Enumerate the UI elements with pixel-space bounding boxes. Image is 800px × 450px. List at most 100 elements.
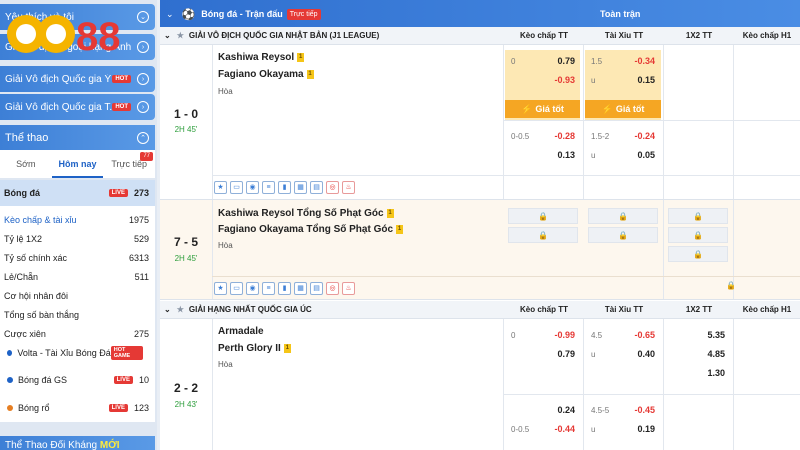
odds-cell[interactable]: 0 -0.99 (507, 327, 579, 343)
handicap-line: 0-0.5 (511, 424, 530, 434)
league-name: GIẢI HẠNG NHẤT QUỐC GIA ÚC (188, 305, 312, 314)
hot-badge: HOT (112, 75, 131, 83)
chevron-right-icon[interactable]: › (137, 101, 149, 113)
odds-value: 4.85 (707, 349, 725, 359)
sidebar-item-total-goals[interactable]: Tổng số bàn thắng (0, 305, 155, 324)
collapse-icon[interactable]: ⌄ (164, 31, 171, 40)
team-name: Kashiwa Reysol Tổng Số Phạt Góc (218, 208, 384, 219)
chart-icon[interactable]: ▮ (278, 281, 291, 295)
sidebar-item-label: Bóng rổ (18, 403, 50, 413)
sidebar-item-football[interactable]: Bóng đá LIVE 273 (0, 180, 155, 206)
odds-cell[interactable]: 4.85 (667, 346, 729, 362)
yellow-card-icon: 1 (283, 344, 291, 353)
database-icon[interactable]: ≡ (262, 180, 275, 194)
odds-value: 0.19 (637, 424, 655, 434)
sidebar-item-handicap[interactable]: Kèo chấp & tài xỉu 1975 (0, 210, 155, 229)
chart-icon[interactable]: ▮ (278, 180, 291, 194)
tab-label: Sớm (16, 159, 36, 169)
odds-cell[interactable]: u 0.19 (587, 421, 659, 437)
odds-cell[interactable]: u 0.05 (587, 147, 659, 163)
good-odds-button[interactable]: ⚡ Giá tốt (585, 100, 661, 118)
livescore-icon[interactable]: ▤ (310, 281, 323, 295)
chevron-right-icon[interactable]: › (137, 73, 149, 85)
database-icon[interactable]: ≡ (262, 281, 275, 295)
odds-value: 0.40 (637, 349, 655, 359)
match-row: 2 - 2 2H 43' Armadale Perth Glory II 1 Hò… (160, 319, 800, 450)
collapse-icon[interactable]: ⌄ (166, 9, 174, 20)
stats-icon[interactable]: ▭ (230, 281, 243, 295)
target-icon[interactable]: ◎ (326, 281, 339, 295)
col-overunder: Tài Xỉu TT (604, 31, 644, 40)
livescore-icon[interactable]: ▤ (310, 180, 323, 194)
sidebar-item-label: Cơ hội nhân đôi (4, 290, 68, 301)
odds-cell[interactable]: 0-0.5 -0.28 (507, 128, 579, 144)
promo-italy[interactable]: Giải Vô địch Quốc gia Ý HOT › (0, 66, 155, 92)
stats-icon[interactable]: ▭ (230, 180, 243, 194)
handicap-line: 0 (511, 56, 516, 66)
team-name: Perth Glory II (218, 343, 281, 354)
fire-icon[interactable]: ♨ (342, 281, 355, 295)
odds-value: 0.13 (557, 150, 575, 160)
odds-cell[interactable]: 0 0.79 (507, 53, 579, 69)
chevron-up-icon[interactable]: ⌃ (137, 131, 149, 144)
match-row: 1 - 0 2H 45' Kashiwa Reysol 1 Fagiano Oka… (160, 45, 800, 200)
fire-icon[interactable]: ♨ (342, 180, 355, 194)
target-icon[interactable]: ◎ (326, 180, 339, 194)
odds-value: 1.30 (707, 368, 725, 378)
tab-today[interactable]: Hôm nay (51, 150, 104, 178)
odds-cell[interactable]: u 0.15 (587, 72, 659, 88)
item-count: 10 (138, 375, 149, 385)
star-icon[interactable]: ★ (177, 305, 184, 314)
match-tools: ★ ▭ ◉ ≡ ▮ ▦ ▤ ◎ ♨ (214, 277, 355, 299)
combat-sports-header[interactable]: Thể Thao Đối Kháng MỚI (0, 436, 155, 450)
odds-cell[interactable]: 1.30 (667, 365, 729, 381)
odds-cell[interactable]: 0.24 (507, 402, 579, 418)
odds-cell[interactable]: -0.93 (507, 72, 579, 88)
favorite-star-icon[interactable]: ★ (214, 281, 227, 295)
tab-early[interactable]: Sớm (0, 150, 52, 178)
watch-eye-icon[interactable]: ◉ (246, 180, 259, 194)
topbar-title: Bóng đá - Trận đấu (201, 9, 283, 19)
sports-header[interactable]: Thể thao ⌃ (0, 125, 155, 150)
watch-eye-icon[interactable]: ◉ (246, 281, 259, 295)
odds-cell[interactable]: 0.79 (507, 346, 579, 362)
handicap-line: 0 (511, 330, 516, 340)
odds-cell[interactable]: 0.13 (507, 147, 579, 163)
sidebar-item-correct-score[interactable]: Tỷ số chính xác 6313 (0, 248, 155, 267)
draw-label: Hòa (218, 87, 233, 96)
sidebar-item-volta[interactable]: Volta - Tài Xỉu Bóng Đá HOT GAME (0, 339, 155, 367)
col-overunder: Tài Xỉu TT (604, 305, 644, 314)
odds-cell[interactable]: 5.35 (667, 327, 729, 343)
odds-cell[interactable]: 4.5-5 -0.45 (587, 402, 659, 418)
odds-cell[interactable]: 1.5-2 -0.24 (587, 128, 659, 144)
odds-cell[interactable]: 1.5 -0.34 (587, 53, 659, 69)
sidebar-item-1x2[interactable]: Tỷ lệ 1X2 529 (0, 229, 155, 248)
good-odds-button[interactable]: ⚡ Giá tốt (505, 100, 580, 118)
collapse-icon[interactable]: ⌄ (164, 305, 171, 314)
odds-cell[interactable]: u 0.40 (587, 346, 659, 362)
scoreboard-icon[interactable]: ▦ (294, 281, 307, 295)
team-name: Armadale (218, 326, 264, 337)
favorite-star-icon[interactable]: ★ (214, 180, 227, 194)
promo-t[interactable]: Giải Vô địch Quốc gia T... HOT › (0, 94, 155, 120)
scoreboard-icon[interactable]: ▦ (294, 180, 307, 194)
live-badge[interactable]: Trực tiếp (286, 8, 321, 20)
odds-cell[interactable]: 0-0.5 -0.44 (507, 421, 579, 437)
soccer-ball-icon: ⚽ (181, 8, 196, 21)
match-score: 1 - 0 (173, 107, 198, 121)
league-name: GIẢI VÔ ĐỊCH QUỐC GIA NHẬT BẢN (J1 LEAGU… (188, 31, 380, 40)
sidebar-item-odd-even[interactable]: Lẻ/Chẵn 511 (0, 267, 155, 286)
match-time: 2H 45' (174, 254, 198, 263)
odds-value: -0.28 (554, 131, 575, 141)
odds-cell[interactable]: 4.5 -0.65 (587, 327, 659, 343)
tab-live[interactable]: Trực tiếp 77 (103, 150, 155, 178)
sidebar-item-double-chance[interactable]: Cơ hội nhân đôi (0, 286, 155, 305)
star-icon[interactable]: ★ (177, 31, 184, 40)
chevron-right-icon[interactable]: › (137, 41, 149, 53)
chevron-down-icon[interactable]: ⌄ (137, 11, 149, 23)
odds-value: 0.79 (557, 349, 575, 359)
sidebar-item-basketball[interactable]: Bóng rổ LIVE 123 (0, 394, 155, 422)
yellow-card-icon: 1 (306, 70, 314, 79)
sidebar-item-football-gs[interactable]: Bóng đá GS LIVE 10 (0, 366, 155, 394)
home-team: Kashiwa Reysol Tổng Số Phạt Góc 1 (218, 208, 394, 219)
